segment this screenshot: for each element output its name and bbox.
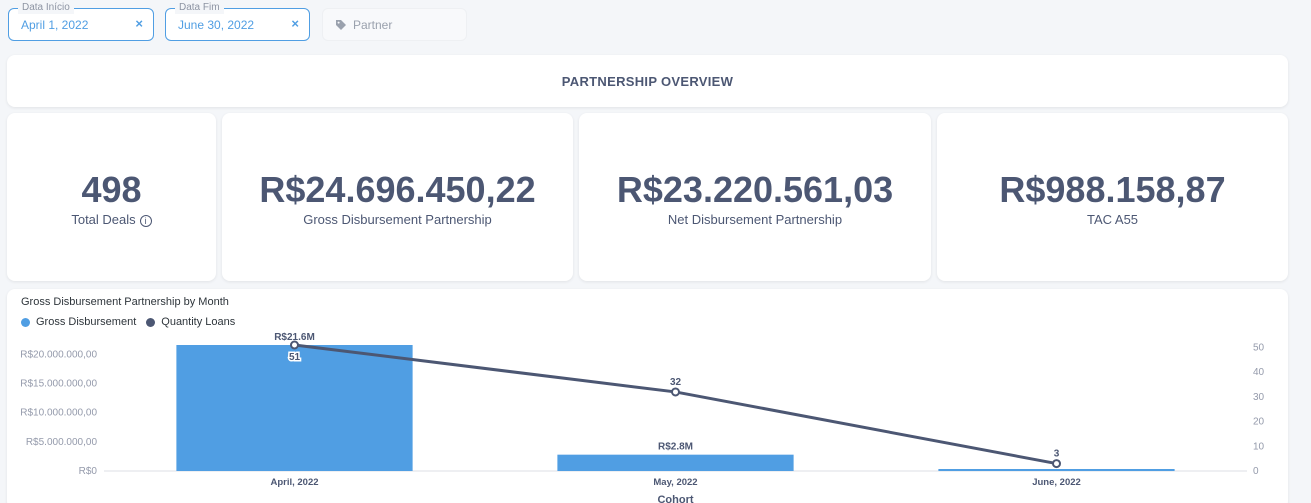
line-point: [1052, 459, 1061, 469]
end-date-filter[interactable]: Data Fim June 30, 2022 ×: [165, 2, 310, 41]
kpi-tac: R$988.158,87 TAC A55: [937, 113, 1288, 281]
y-left-tick-label: R$10.000.000,00: [20, 408, 97, 419]
start-date-label: Data Início: [18, 2, 74, 14]
legend-item-gross[interactable]: Gross Disbursement: [21, 316, 136, 328]
y-right-tick-label: 0: [1253, 466, 1259, 477]
legend-item-quantity[interactable]: Quantity Loans: [146, 316, 235, 328]
chart-card: Gross Disbursement Partnership by Month …: [7, 289, 1288, 503]
kpi-net-disbursement: R$23.220.561,03 Net Disbursement Partner…: [579, 113, 931, 281]
line-data-label: 32: [670, 377, 682, 388]
x-tick-label: April, 2022: [270, 477, 318, 488]
y-right-tick-label: 10: [1253, 441, 1265, 452]
kpi-gross-disbursement: R$24.696.450,22 Gross Disbursement Partn…: [222, 113, 573, 281]
y-right-tick-label: 20: [1253, 417, 1265, 428]
y-right-tick-label: 40: [1253, 367, 1265, 378]
bar: [938, 469, 1175, 471]
kpi-value: 498: [81, 169, 142, 210]
legend-dot: [21, 317, 30, 327]
end-date-label: Data Fim: [175, 2, 224, 14]
partner-filter[interactable]: Partner: [322, 8, 467, 41]
y-right-tick-label: 30: [1253, 392, 1265, 403]
close-icon[interactable]: ×: [291, 16, 299, 31]
y-left-tick-label: R$0: [79, 466, 98, 477]
x-tick-label: June, 2022: [1032, 477, 1081, 488]
y-left-tick-label: R$15.000.000,00: [20, 379, 97, 390]
x-tick-label: May, 2022: [653, 477, 697, 488]
bar-data-label: R$2.8M: [658, 442, 693, 453]
kpi-value: R$988.158,87: [999, 169, 1226, 210]
kpi-label: Net Disbursement Partnership: [667, 212, 843, 227]
bar: [176, 345, 413, 471]
partner-placeholder: Partner: [353, 18, 393, 32]
start-date-filter[interactable]: Data Início April 1, 2022 ×: [8, 2, 154, 41]
chart-legend: Gross Disbursement Quantity Loans: [21, 316, 235, 328]
line-point: [671, 387, 680, 397]
kpi-total-deals: 498 Total Deals i: [7, 113, 216, 281]
info-icon[interactable]: i: [139, 215, 152, 227]
y-right-tick-label: 50: [1253, 342, 1265, 353]
tag-icon: [336, 20, 346, 30]
bar: [557, 454, 794, 471]
overview-card: PARTNERSHIP OVERVIEW: [7, 55, 1288, 107]
end-date-value: June 30, 2022: [178, 18, 255, 32]
start-date-value: April 1, 2022: [21, 18, 89, 32]
kpi-label: Gross Disbursement Partnership: [303, 212, 492, 227]
y-left-tick-label: R$20.000.000,00: [20, 349, 97, 360]
kpi-label: TAC A55: [1086, 212, 1139, 227]
line-data-label: 51: [289, 352, 301, 363]
x-axis-title: Cohort: [657, 494, 693, 503]
filter-bar: Data Início April 1, 2022 × Data Fim Jun…: [0, 0, 1311, 50]
close-icon[interactable]: ×: [135, 16, 143, 31]
page-title: PARTNERSHIP OVERVIEW: [561, 74, 734, 89]
y-left-tick-label: R$5.000.000,00: [26, 437, 98, 448]
kpi-value: R$23.220.561,03: [616, 169, 894, 210]
kpi-value: R$24.696.450,22: [259, 169, 536, 210]
line-point: [290, 340, 299, 350]
kpi-label: Total Deals i: [7, 212, 216, 227]
chart-title: Gross Disbursement Partnership by Month: [21, 296, 229, 308]
line-data-label: 3: [1054, 449, 1060, 460]
legend-dot: [146, 317, 156, 327]
